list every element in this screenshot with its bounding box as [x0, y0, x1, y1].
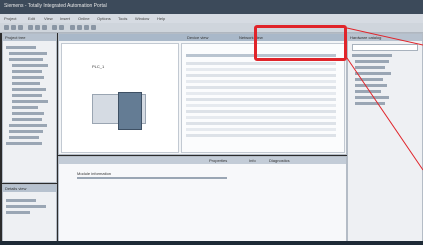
callout-lines	[346, 27, 423, 171]
callout-line-upper	[346, 27, 423, 46]
callout-line-lower	[346, 57, 423, 171]
status-bar	[0, 241, 423, 245]
